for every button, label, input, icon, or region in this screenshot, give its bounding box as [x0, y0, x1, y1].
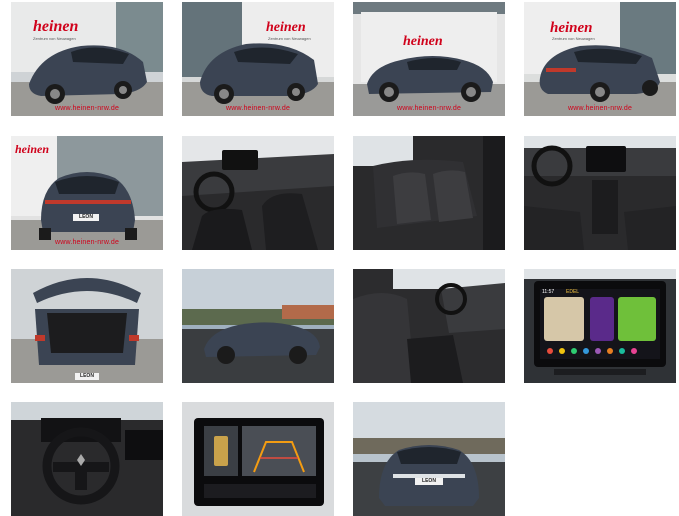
rear-seats-photo — [353, 136, 505, 250]
watermark-text: www.heinen-nrw.de — [225, 105, 291, 112]
photo-thumbnail-side-outdoor[interactable] — [182, 269, 334, 383]
watermark-text: www.heinen-nrw.de — [54, 105, 120, 112]
photo-thumbnail-dashboard[interactable] — [524, 136, 676, 250]
infotainment-photo — [524, 269, 676, 383]
car-front-outdoor-photo — [353, 402, 505, 516]
photo-thumbnail-front-seats[interactable] — [353, 269, 505, 383]
dealer-sign-tagline: Zentrum von Neuwagen — [552, 36, 595, 41]
photo-thumbnail-steering-wheel[interactable] — [11, 402, 163, 516]
photo-thumbnail-rear-seats[interactable] — [353, 136, 505, 250]
photo-thumbnail-trunk[interactable]: LEON — [11, 269, 163, 383]
watermark-text: www.heinen-nrw.de — [396, 105, 462, 112]
photo-thumbnail-front-outdoor[interactable]: LEON — [353, 402, 505, 516]
photo-thumbnail-front-left-2[interactable]: heinen Zentrum von Neuwagen www.heinen-n… — [182, 2, 334, 116]
photo-thumbnail-rear[interactable]: heinen LEON www.heinen-nrw.de — [11, 136, 163, 250]
badge-plate: LEON — [75, 373, 99, 380]
watermark-text: www.heinen-nrw.de — [567, 105, 633, 112]
dealer-sign-logo: heinen — [550, 20, 593, 36]
dealer-sign-logo: heinen — [403, 34, 443, 49]
dealer-sign-tagline: Zentrum von Neuwagen — [33, 36, 76, 41]
dealer-sign-tagline: Zentrum von Neuwagen — [268, 36, 311, 41]
photo-thumbnail-rear-left[interactable]: heinen Zentrum von Neuwagen www.heinen-n… — [524, 2, 676, 116]
dealer-sign-logo: heinen — [15, 142, 50, 156]
trunk-photo — [11, 269, 163, 383]
front-interior-photo — [182, 136, 334, 250]
screen-time: 11:57 — [542, 289, 555, 295]
steering-wheel-photo — [11, 402, 163, 516]
dashboard-photo — [524, 136, 676, 250]
dealer-sign-logo: heinen — [33, 18, 79, 35]
rear-camera-display-photo — [182, 402, 334, 516]
badge-plate: LEON — [415, 478, 443, 485]
car-rear-left-photo — [524, 2, 676, 116]
photo-thumbnail-side[interactable]: heinen www.heinen-nrw.de — [353, 2, 505, 116]
watermark-text: www.heinen-nrw.de — [54, 239, 120, 246]
photo-thumbnail-front-left[interactable]: heinen Zentrum von Neuwagen www.heinen-n… — [11, 2, 163, 116]
photo-thumbnail-front-interior[interactable] — [182, 136, 334, 250]
car-side-outdoor-photo — [182, 269, 334, 383]
badge-plate: LEON — [73, 214, 99, 221]
photo-gallery: heinen Zentrum von Neuwagen www.heinen-n… — [0, 0, 679, 516]
photo-thumbnail-rear-camera-display[interactable] — [182, 402, 334, 516]
front-seats-photo — [353, 269, 505, 383]
screen-status: EDEL — [566, 289, 580, 295]
photo-thumbnail-infotainment-screen[interactable]: 11:57 EDEL — [524, 269, 676, 383]
dealer-sign-logo: heinen — [266, 20, 306, 35]
car-side-photo — [353, 2, 505, 116]
car-front-left-photo-2 — [182, 2, 334, 116]
